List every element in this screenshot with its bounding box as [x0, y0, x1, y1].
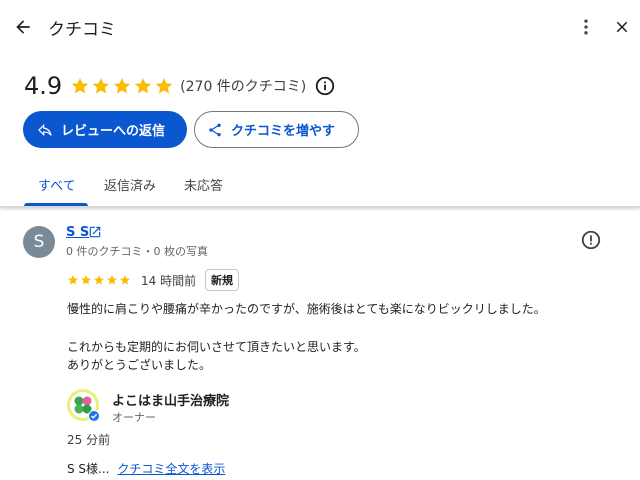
review-author[interactable]: S S [66, 225, 89, 240]
owner-role: オーナー [112, 411, 156, 424]
reply-to-reviews-label: レビューへの返信 [61, 124, 166, 139]
tab-all[interactable]: すべて [38, 175, 76, 194]
average-rating: 4.9 [24, 72, 63, 100]
more-options-button[interactable] [570, 11, 602, 43]
top-bar: クチコミ [0, 0, 640, 54]
reply-preview-text: S S様... [67, 462, 110, 476]
review-time: 14 時間前 [141, 274, 197, 288]
review-count: (270 件のクチコミ) [180, 79, 307, 95]
rating-summary: 4.9 (270 件のクチコミ) [24, 68, 336, 104]
owner-name: よこはま山手治療院 [112, 394, 230, 409]
new-badge: 新規 [205, 269, 239, 291]
share-icon [209, 123, 221, 136]
info-icon[interactable] [314, 75, 336, 97]
review-text-line-3: ありがとうございました。 [67, 358, 212, 372]
star-icon [68, 275, 78, 285]
star-icon [135, 78, 152, 94]
review-stars [67, 274, 131, 286]
author-meta: 0 件のクチコミ・0 枚の写真 [66, 245, 208, 258]
tab-unanswered[interactable]: 未応答 [184, 175, 223, 194]
tab-replied[interactable]: 返信済み [104, 175, 156, 194]
more-vert-icon [584, 19, 588, 35]
verified-icon [88, 410, 100, 422]
open-in-new-icon[interactable] [88, 225, 102, 239]
star-icon [114, 78, 131, 94]
star-icon [107, 275, 117, 285]
review-text-line-2: これからも定期的にお伺いさせて頂きたいと思います。 [67, 340, 366, 354]
star-icon [120, 275, 130, 285]
reply-time: 25 分前 [67, 433, 111, 447]
review-text-line-1: 慢性的に肩こりや腰痛が辛かったのですが、施術後はとても楽になりビックリしました。 [67, 302, 546, 316]
rating-stars [70, 76, 174, 96]
report-icon[interactable] [580, 229, 602, 251]
star-icon [94, 275, 104, 285]
star-icon [156, 78, 173, 94]
back-button[interactable] [7, 11, 39, 43]
close-icon [616, 21, 628, 33]
avatar[interactable]: S [23, 226, 55, 258]
get-more-reviews-button[interactable]: クチコミを増やす [194, 111, 359, 148]
star-icon [93, 78, 110, 94]
reviews-header: クチコミ 4.9 (270 件のクチコミ) レビューへの返信 クチコミを増やす … [0, 0, 640, 207]
star-icon [72, 78, 89, 94]
get-more-reviews-label: クチコミを増やす [231, 124, 336, 139]
star-icon [81, 275, 91, 285]
active-tab-indicator [24, 203, 88, 206]
reply-to-reviews-button[interactable]: レビューへの返信 [23, 111, 187, 148]
review-tabs: すべて 返信済み 未応答 [0, 162, 640, 207]
reply-preview: S S様... クチコミ全文を表示 [67, 460, 225, 477]
review-card: S S S 0 件のクチコミ・0 枚の写真 14 時間前 新規 慢性的に肩こりや… [0, 208, 640, 480]
page-title: クチコミ [48, 20, 116, 40]
reply-icon [38, 123, 52, 136]
close-button[interactable] [606, 11, 638, 43]
back-arrow-icon [16, 20, 30, 34]
owner-logo [67, 389, 100, 422]
show-full-review-link[interactable]: クチコミ全文を表示 [117, 462, 225, 476]
